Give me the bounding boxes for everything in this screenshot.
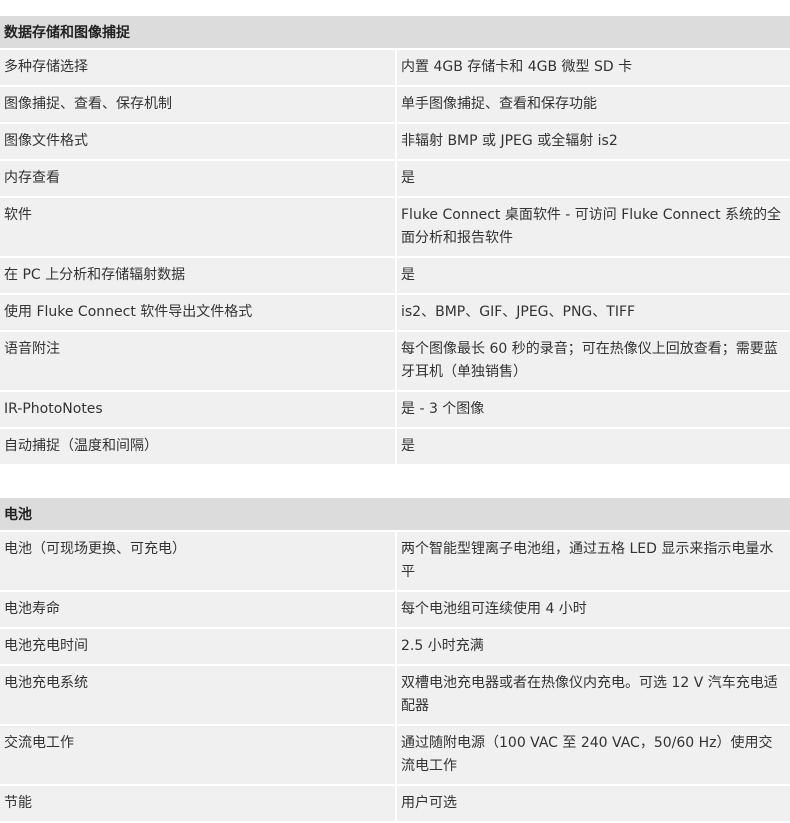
section-header-battery: 电池	[0, 498, 790, 532]
section-header-data-storage: 数据存储和图像捕捉	[0, 16, 790, 50]
row-value: is2、BMP、GIF、JPEG、PNG、TIFF	[396, 294, 790, 332]
row-label: 语音附注	[0, 331, 397, 392]
row-label: 使用 Fluke Connect 软件导出文件格式	[0, 294, 397, 332]
spec-table-data-storage: 多种存储选择 内置 4GB 存储卡和 4GB 微型 SD 卡 图像捕捉、查看、保…	[0, 50, 790, 466]
row-label: 软件	[0, 197, 397, 258]
row-value: 是	[396, 160, 790, 198]
row-label: 自动捕捉（温度和间隔）	[0, 428, 397, 466]
row-value: 每个电池组可连续使用 4 小时	[396, 591, 790, 629]
row-value: Fluke Connect 桌面软件 - 可访问 Fluke Connect 系…	[396, 197, 790, 258]
table-row: 电池（可现场更换、可充电） 两个智能型锂离子电池组，通过五格 LED 显示来指示…	[0, 532, 790, 592]
row-value: 是	[396, 257, 790, 295]
row-value: 是	[396, 428, 790, 466]
table-row: 图像文件格式 非辐射 BMP 或 JPEG 或全辐射 is2	[0, 123, 790, 161]
row-value: 2.5 小时充满	[396, 628, 790, 666]
spec-table-battery: 电池（可现场更换、可充电） 两个智能型锂离子电池组，通过五格 LED 显示来指示…	[0, 532, 790, 823]
row-value: 两个智能型锂离子电池组，通过五格 LED 显示来指示电量水平	[396, 532, 790, 592]
row-value: 用户可选	[396, 785, 790, 823]
row-label: IR-PhotoNotes	[0, 391, 397, 429]
row-label: 图像捕捉、查看、保存机制	[0, 86, 397, 124]
table-row: 电池充电系统 双槽电池充电器或者在热像仪内充电。可选 12 V 汽车充电适配器	[0, 665, 790, 726]
table-row: IR-PhotoNotes 是 - 3 个图像	[0, 391, 790, 429]
table-row: 语音附注 每个图像最长 60 秒的录音；可在热像仪上回放查看；需要蓝牙耳机（单独…	[0, 331, 790, 392]
table-row: 自动捕捉（温度和间隔） 是	[0, 428, 790, 466]
row-label: 电池充电系统	[0, 665, 397, 726]
row-label: 图像文件格式	[0, 123, 397, 161]
row-value: 单手图像捕捉、查看和保存功能	[396, 86, 790, 124]
table-row: 节能 用户可选	[0, 785, 790, 823]
table-row: 交流电工作 通过随附电源（100 VAC 至 240 VAC，50/60 Hz）…	[0, 725, 790, 786]
row-label: 电池充电时间	[0, 628, 397, 666]
row-label: 电池寿命	[0, 591, 397, 629]
row-label: 节能	[0, 785, 397, 823]
section-spacer	[0, 466, 790, 498]
table-row: 内存查看 是	[0, 160, 790, 198]
table-row: 图像捕捉、查看、保存机制 单手图像捕捉、查看和保存功能	[0, 86, 790, 124]
row-value: 内置 4GB 存储卡和 4GB 微型 SD 卡	[396, 50, 790, 87]
table-row: 电池充电时间 2.5 小时充满	[0, 628, 790, 666]
row-label: 交流电工作	[0, 725, 397, 786]
table-row: 使用 Fluke Connect 软件导出文件格式 is2、BMP、GIF、JP…	[0, 294, 790, 332]
row-label: 内存查看	[0, 160, 397, 198]
table-row: 软件 Fluke Connect 桌面软件 - 可访问 Fluke Connec…	[0, 197, 790, 258]
row-value: 双槽电池充电器或者在热像仪内充电。可选 12 V 汽车充电适配器	[396, 665, 790, 726]
table-row: 多种存储选择 内置 4GB 存储卡和 4GB 微型 SD 卡	[0, 50, 790, 87]
row-value: 是 - 3 个图像	[396, 391, 790, 429]
row-value: 通过随附电源（100 VAC 至 240 VAC，50/60 Hz）使用交流电工…	[396, 725, 790, 786]
row-value: 非辐射 BMP 或 JPEG 或全辐射 is2	[396, 123, 790, 161]
row-label: 在 PC 上分析和存储辐射数据	[0, 257, 397, 295]
top-spacer	[0, 0, 790, 16]
table-row: 在 PC 上分析和存储辐射数据 是	[0, 257, 790, 295]
row-label: 多种存储选择	[0, 50, 397, 87]
row-value: 每个图像最长 60 秒的录音；可在热像仪上回放查看；需要蓝牙耳机（单独销售）	[396, 331, 790, 392]
spec-page: 数据存储和图像捕捉 多种存储选择 内置 4GB 存储卡和 4GB 微型 SD 卡…	[0, 0, 790, 823]
table-row: 电池寿命 每个电池组可连续使用 4 小时	[0, 591, 790, 629]
row-label: 电池（可现场更换、可充电）	[0, 532, 397, 592]
